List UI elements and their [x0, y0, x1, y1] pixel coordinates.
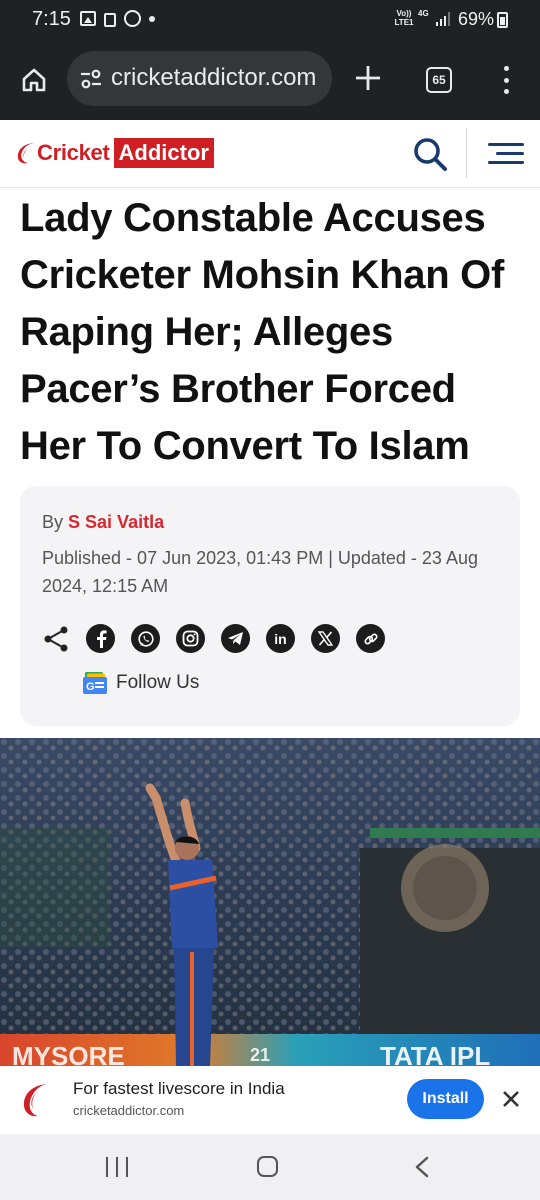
- install-app-banner: For fastest livescore in India cricketad…: [0, 1066, 540, 1134]
- facebook-icon[interactable]: [86, 624, 115, 653]
- new-tab-icon[interactable]: [350, 60, 386, 96]
- link-icon[interactable]: [356, 624, 385, 653]
- install-banner-title: For fastest livescore in India: [73, 1079, 285, 1098]
- battery-icon: [497, 12, 508, 28]
- author-link[interactable]: S Sai Vaitla: [68, 512, 164, 532]
- logo-text-addictor: Addictor: [113, 138, 214, 168]
- home-nav-icon[interactable]: [257, 1156, 278, 1177]
- home-button[interactable]: [14, 60, 54, 100]
- url-text: cricketaddictor.com: [111, 64, 317, 91]
- notification-icons: [80, 10, 155, 27]
- follow-google-news-button[interactable]: G Follow Us: [82, 671, 199, 695]
- lock-icon: [104, 13, 116, 27]
- byline-prefix: By: [42, 512, 64, 532]
- address-bar[interactable]: cricketaddictor.com: [67, 51, 332, 106]
- hero-photo: MYSORE 21 TATA IPL: [0, 738, 540, 1066]
- header-divider: [466, 128, 467, 178]
- byline: By S Sai Vaitla: [42, 512, 164, 533]
- site-header: Cricket Addictor: [0, 120, 540, 188]
- more-notifications-icon: [149, 15, 155, 22]
- status-time: 7:15: [32, 8, 71, 30]
- app-logo-icon: [23, 1084, 46, 1117]
- instagram-icon[interactable]: [176, 624, 205, 653]
- site-settings-icon[interactable]: [79, 68, 103, 90]
- logo-swoosh-icon: [17, 143, 34, 164]
- close-icon[interactable]: [498, 1086, 524, 1112]
- browser-toolbar: cricketaddictor.com 65: [0, 38, 540, 120]
- volte-indicator: Vo)) LTE1: [394, 9, 414, 27]
- share-bar: in: [42, 624, 401, 653]
- network-type: 4G: [418, 9, 429, 18]
- publish-dates: Published - 07 Jun 2023, 01:43 PM | Upda…: [42, 548, 478, 596]
- whatsapp-notification-icon: [124, 10, 141, 27]
- status-bar: 7:15 Vo)) LTE1 4G 69%: [0, 0, 540, 38]
- signal-icon: [436, 12, 452, 26]
- logo-text-cricket: Cricket: [37, 140, 110, 165]
- install-button[interactable]: Install: [407, 1079, 484, 1119]
- article-headline: Lady Constable Accuses Cricketer Mohsin …: [20, 196, 504, 468]
- telegram-icon[interactable]: [221, 624, 250, 653]
- browser-menu-button[interactable]: [500, 66, 512, 94]
- home-icon: [22, 68, 46, 92]
- x-icon[interactable]: [311, 624, 340, 653]
- linkedin-icon[interactable]: in: [266, 624, 295, 653]
- battery-percent: 69%: [458, 9, 495, 29]
- site-logo[interactable]: Cricket Addictor: [16, 138, 214, 168]
- hero-board-text-2: 21: [250, 1045, 270, 1065]
- back-icon[interactable]: [412, 1156, 432, 1178]
- article-meta-card: By S Sai Vaitla Published - 07 Jun 2023,…: [20, 486, 520, 726]
- install-banner-domain: cricketaddictor.com: [73, 1103, 185, 1118]
- share-icon[interactable]: [42, 625, 70, 653]
- svg-text:G: G: [86, 681, 95, 693]
- article-hero-image: MYSORE 21 TATA IPL: [0, 738, 540, 1066]
- gallery-icon: [80, 11, 96, 26]
- recents-button-icon[interactable]: [106, 1157, 128, 1177]
- whatsapp-icon[interactable]: [131, 624, 160, 653]
- follow-us-label: Follow Us: [116, 672, 200, 693]
- search-icon[interactable]: [410, 134, 450, 174]
- hamburger-menu-icon[interactable]: [488, 140, 524, 168]
- hero-board-text-3: TATA IPL: [380, 1041, 490, 1066]
- google-news-icon: G: [83, 672, 107, 694]
- tab-switcher-button[interactable]: 65: [426, 67, 452, 93]
- system-nav-bar: [0, 1134, 540, 1200]
- hero-board-text-1: MYSORE: [12, 1041, 125, 1066]
